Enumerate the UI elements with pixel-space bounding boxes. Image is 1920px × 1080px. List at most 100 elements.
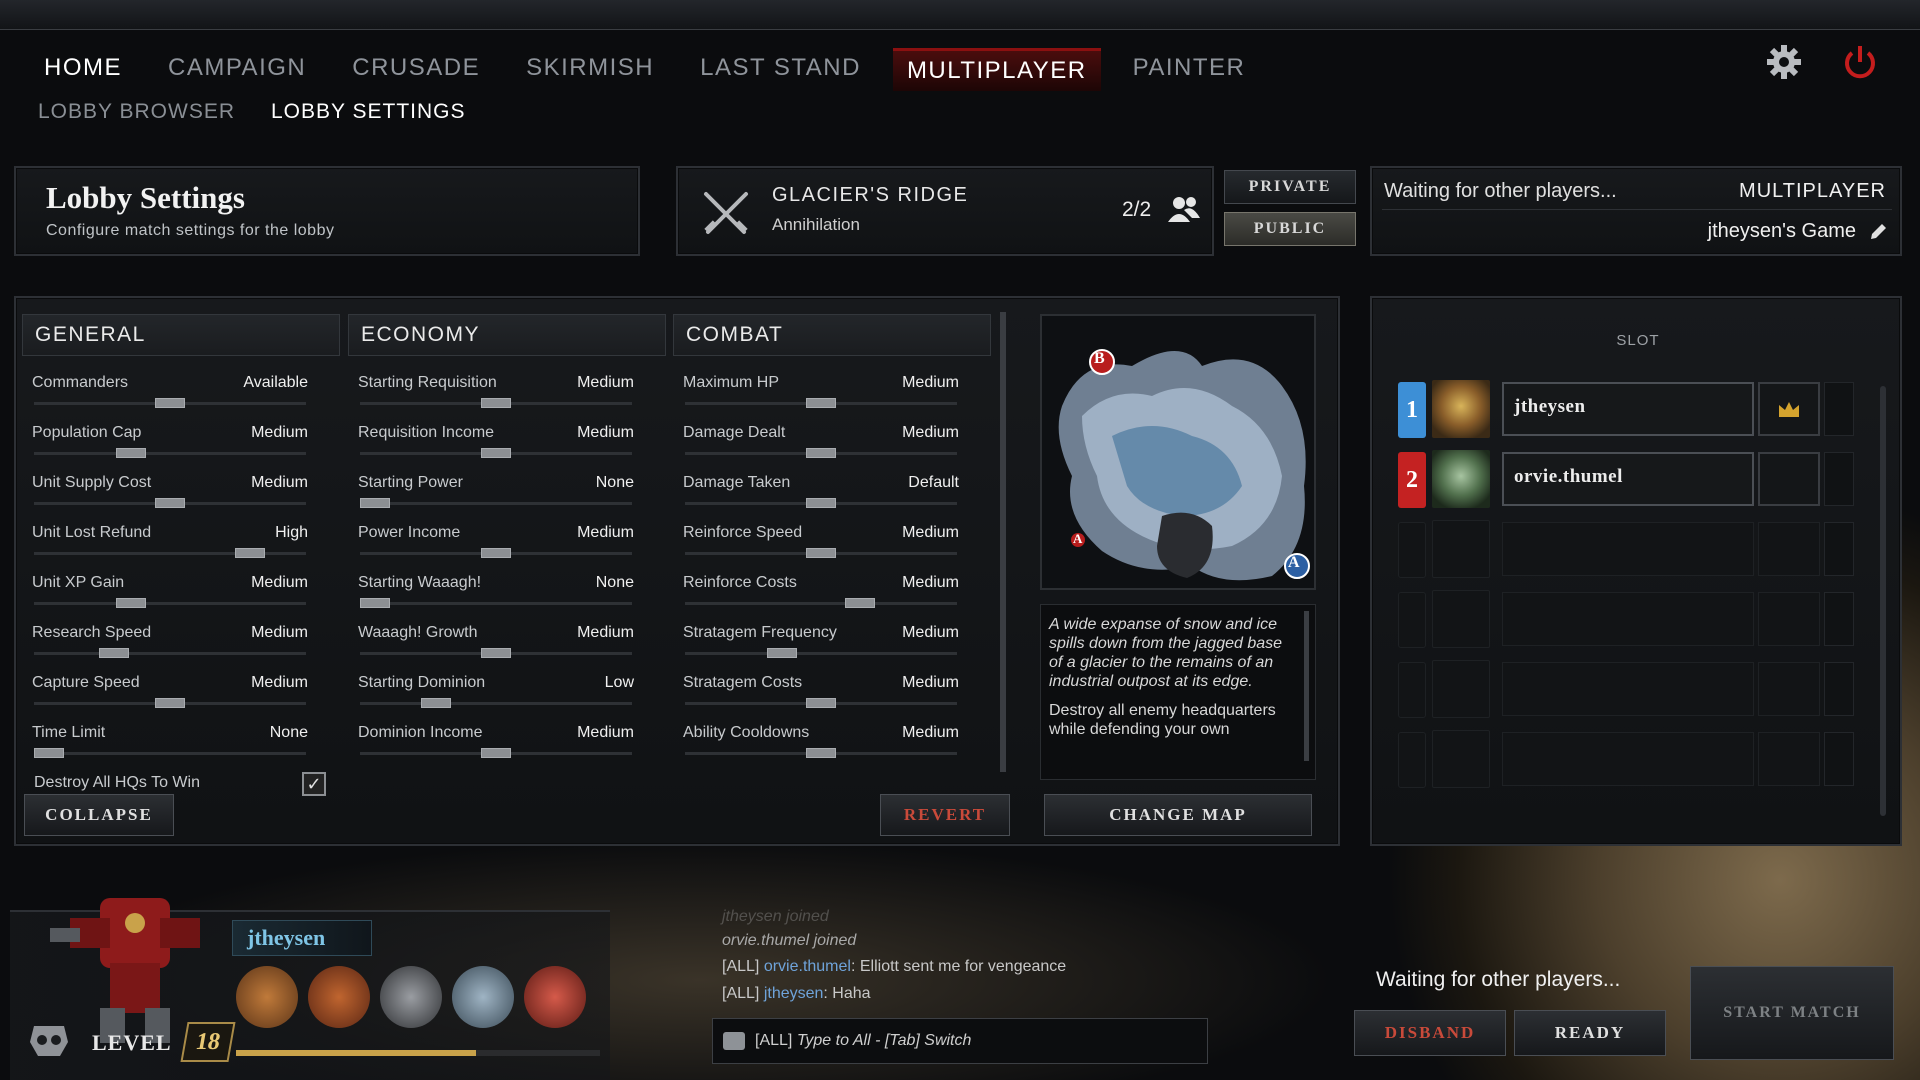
edit-icon[interactable]: [1868, 222, 1888, 247]
gear-icon[interactable]: [1762, 40, 1806, 84]
empty-slot-row[interactable]: [1390, 518, 1860, 580]
setting-row[interactable]: Power Income Medium: [348, 518, 644, 568]
chat-input[interactable]: [ALL] Type to All - [Tab] Switch: [712, 1018, 1208, 1064]
description-scrollbar[interactable]: [1304, 611, 1309, 761]
setting-row[interactable]: Starting Waaagh! None: [348, 568, 644, 618]
slider-knob[interactable]: [806, 498, 836, 508]
slider-knob[interactable]: [155, 698, 185, 708]
slider-knob[interactable]: [34, 748, 64, 758]
chat-user[interactable]: jtheysen: [764, 985, 824, 1002]
setting-row[interactable]: Population Cap Medium: [22, 418, 318, 468]
claw-badge-icon[interactable]: [524, 966, 586, 1028]
empty-slot-row[interactable]: [1390, 728, 1860, 790]
nav-home[interactable]: HOME: [30, 48, 136, 91]
revert-button[interactable]: REVERT: [880, 794, 1010, 836]
setting-slider[interactable]: [34, 452, 306, 455]
power-icon[interactable]: [1838, 40, 1882, 84]
slider-knob[interactable]: [806, 748, 836, 758]
slider-knob[interactable]: [767, 648, 798, 658]
nav-multiplayer[interactable]: MULTIPLAYER: [892, 48, 1101, 91]
slider-knob[interactable]: [481, 648, 511, 658]
setting-row[interactable]: Unit Lost Refund High: [22, 518, 318, 568]
slider-knob[interactable]: [116, 598, 147, 608]
subnav-lobby-browser[interactable]: LOBBY BROWSER: [30, 100, 243, 124]
setting-slider[interactable]: [34, 602, 306, 605]
setting-row[interactable]: Starting Power None: [348, 468, 644, 518]
setting-slider[interactable]: [360, 602, 632, 605]
setting-slider[interactable]: [360, 502, 632, 505]
subnav-lobby-settings[interactable]: LOBBY SETTINGS: [263, 100, 474, 124]
setting-row[interactable]: Ability Cooldowns Medium: [673, 718, 969, 768]
slider-knob[interactable]: [420, 698, 451, 708]
setting-row[interactable]: Dominion Income Medium: [348, 718, 644, 768]
setting-slider[interactable]: [685, 602, 957, 605]
start-match-button[interactable]: START MATCH: [1690, 966, 1894, 1060]
slider-knob[interactable]: [155, 398, 185, 408]
disband-button[interactable]: DISBAND: [1354, 1010, 1506, 1056]
setting-row[interactable]: Requisition Income Medium: [348, 418, 644, 468]
slider-knob[interactable]: [116, 448, 147, 458]
slider-knob[interactable]: [99, 648, 130, 658]
slider-knob[interactable]: [806, 548, 836, 558]
setting-value: None: [595, 474, 634, 491]
setting-row[interactable]: Capture Speed Medium: [22, 668, 318, 718]
setting-value: Medium: [577, 424, 634, 441]
slider-knob[interactable]: [806, 698, 836, 708]
slider-knob[interactable]: [481, 548, 511, 558]
slots-scrollbar[interactable]: [1880, 386, 1886, 816]
setting-row[interactable]: Unit XP Gain Medium: [22, 568, 318, 618]
player-name[interactable]: jtheysen: [232, 920, 372, 956]
setting-row[interactable]: Stratagem Frequency Medium: [673, 618, 969, 668]
nav-crusade[interactable]: CRUSADE: [338, 48, 494, 91]
setting-row[interactable]: Damage Taken Default: [673, 468, 969, 518]
slider-knob[interactable]: [481, 398, 511, 408]
slider-knob[interactable]: [360, 598, 390, 608]
change-map-button[interactable]: CHANGE MAP: [1044, 794, 1312, 836]
setting-row[interactable]: Waaagh! Growth Medium: [348, 618, 644, 668]
setting-slider[interactable]: [34, 652, 306, 655]
slider-knob[interactable]: [806, 398, 836, 408]
skull-badge-icon[interactable]: [380, 966, 442, 1028]
slider-knob[interactable]: [844, 598, 875, 608]
setting-row[interactable]: Commanders Available: [22, 368, 318, 418]
slider-knob[interactable]: [806, 448, 836, 458]
setting-row[interactable]: Time Limit None: [22, 718, 318, 768]
setting-row[interactable]: Starting Dominion Low: [348, 668, 644, 718]
slider-knob[interactable]: [155, 498, 185, 508]
setting-row[interactable]: Damage Dealt Medium: [673, 418, 969, 468]
setting-row[interactable]: Reinforce Costs Medium: [673, 568, 969, 618]
bomb-badge-icon[interactable]: [236, 966, 298, 1028]
collapse-button[interactable]: COLLAPSE: [24, 794, 174, 836]
setting-row[interactable]: Unit Supply Cost Medium: [22, 468, 318, 518]
setting-row[interactable]: Maximum HP Medium: [673, 368, 969, 418]
destroy-hqs-checkbox[interactable]: ✓: [302, 772, 326, 796]
empty-slot-row[interactable]: [1390, 658, 1860, 720]
gear-badge-icon[interactable]: [452, 966, 514, 1028]
empty-slot-row[interactable]: [1390, 588, 1860, 650]
slider-knob[interactable]: [234, 548, 265, 558]
public-button[interactable]: PUBLIC: [1224, 212, 1356, 246]
setting-slider[interactable]: [34, 752, 306, 755]
nav-campaign[interactable]: CAMPAIGN: [154, 48, 320, 91]
setting-row[interactable]: Starting Requisition Medium: [348, 368, 644, 418]
slider-knob[interactable]: [360, 498, 390, 508]
slider-knob[interactable]: [481, 748, 511, 758]
nav-skirmish[interactable]: SKIRMISH: [512, 48, 668, 91]
nav-painter[interactable]: PAINTER: [1119, 48, 1260, 91]
map-preview[interactable]: B A A: [1040, 314, 1316, 590]
nav-last-stand[interactable]: LAST STAND: [686, 48, 875, 91]
setting-slider[interactable]: [34, 552, 306, 555]
setting-row[interactable]: Reinforce Speed Medium: [673, 518, 969, 568]
settings-scrollbar[interactable]: [1000, 312, 1006, 772]
setting-row[interactable]: Research Speed Medium: [22, 618, 318, 668]
crossed-swords-icon: [698, 186, 754, 247]
slider-knob[interactable]: [481, 448, 511, 458]
chat-user[interactable]: orvie.thumel: [764, 958, 851, 975]
setting-value: Medium: [902, 524, 959, 541]
setting-row[interactable]: Stratagem Costs Medium: [673, 668, 969, 718]
private-button[interactable]: PRIVATE: [1224, 170, 1356, 204]
eagle-badge-icon[interactable]: [308, 966, 370, 1028]
setting-slider[interactable]: [360, 702, 632, 705]
ready-button[interactable]: READY: [1514, 1010, 1666, 1056]
setting-slider[interactable]: [685, 652, 957, 655]
